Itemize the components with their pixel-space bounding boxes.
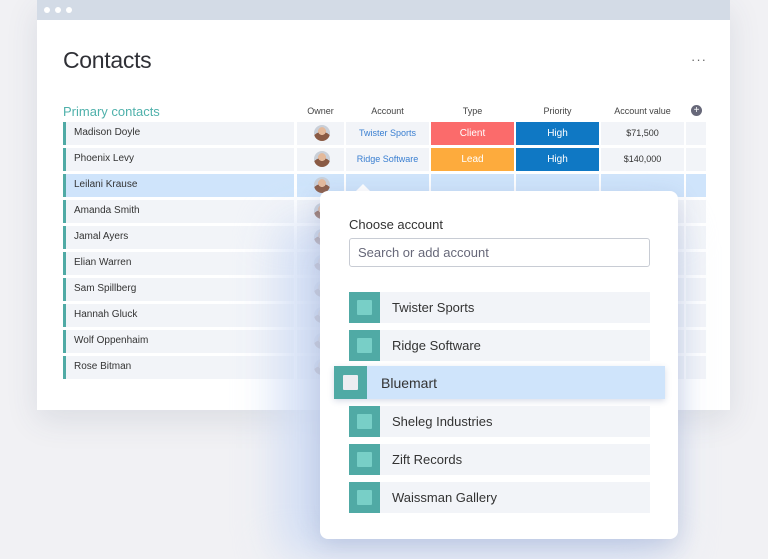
extra-column-cell <box>686 330 706 353</box>
contact-name: Elian Warren <box>74 257 132 268</box>
owner-avatar[interactable] <box>314 125 330 141</box>
owner-avatar[interactable] <box>314 151 330 167</box>
page-title: Contacts <box>63 47 152 73</box>
account-option-label: Bluemart <box>381 375 438 391</box>
column-header-account: Account <box>371 106 404 116</box>
account-option-label: Waissman Gallery <box>392 490 497 505</box>
contact-name: Madison Doyle <box>74 127 141 138</box>
account-value-cell[interactable]: $71,500 <box>601 122 684 145</box>
extra-column-cell <box>686 200 706 223</box>
account-option[interactable]: Ridge Software <box>349 330 650 361</box>
checkbox-square-icon <box>343 375 358 390</box>
account-option[interactable]: Sheleg Industries <box>349 406 650 437</box>
extra-column-cell <box>686 356 706 379</box>
contact-name-cell[interactable]: Elian Warren <box>63 252 294 275</box>
account-value: $140,000 <box>623 154 662 164</box>
contact-name: Leilani Krause <box>74 179 138 190</box>
checkbox-icon[interactable] <box>334 366 367 399</box>
type-cell[interactable]: Lead <box>431 148 514 171</box>
add-column-icon[interactable]: + <box>691 105 702 116</box>
account-option-label: Zift Records <box>392 452 463 467</box>
contact-name: Phoenix Levy <box>74 153 135 164</box>
contact-name-cell[interactable]: Rose Bitman <box>63 356 294 379</box>
contact-name-cell[interactable]: Sam Spillberg <box>63 278 294 301</box>
checkbox-square-icon <box>357 300 372 315</box>
type-status-label: Client <box>459 128 486 139</box>
window-dot-icon[interactable] <box>66 7 72 13</box>
checkbox-icon[interactable] <box>349 292 380 323</box>
extra-column-cell <box>686 304 706 327</box>
type-cell[interactable]: Client <box>431 122 514 145</box>
contact-name: Jamal Ayers <box>74 231 129 242</box>
checkbox-icon[interactable] <box>349 444 380 475</box>
group-title[interactable]: Primary contacts <box>63 104 160 119</box>
choose-account-popup: Choose account Twister Sports Ridge Softw… <box>320 191 678 539</box>
account-option-label: Ridge Software <box>392 338 481 353</box>
account-option[interactable]: Twister Sports <box>349 292 650 323</box>
account-value: $71,500 <box>626 128 659 138</box>
table-row[interactable]: Madison Doyle Twister Sports Client High $71… <box>63 122 706 145</box>
account-option[interactable]: Zift Records <box>349 444 650 475</box>
popup-title: Choose account <box>349 217 443 232</box>
checkbox-icon[interactable] <box>349 330 380 361</box>
table-row[interactable]: Phoenix Levy Ridge Software Lead High $140,0… <box>63 148 706 171</box>
account-option[interactable]: Bluemart <box>334 366 665 399</box>
checkbox-square-icon <box>357 452 372 467</box>
account-link: Ridge Software <box>356 154 419 164</box>
extra-column-cell <box>686 122 706 145</box>
priority-status-label: High <box>547 154 568 165</box>
column-header-owner: Owner <box>307 106 334 116</box>
extra-column-cell <box>686 278 706 301</box>
account-link: Twister Sports <box>358 128 416 138</box>
contact-name: Hannah Gluck <box>74 309 138 320</box>
checkbox-square-icon <box>357 414 372 429</box>
priority-cell[interactable]: High <box>516 148 599 171</box>
more-options-icon[interactable]: ··· <box>691 52 707 67</box>
extra-column-cell <box>686 252 706 275</box>
type-status-label: Lead <box>461 154 484 165</box>
extra-column-cell <box>686 148 706 171</box>
contact-name-cell[interactable]: Phoenix Levy <box>63 148 294 171</box>
contact-name-cell[interactable]: Leilani Krause <box>63 174 294 197</box>
contact-name: Amanda Smith <box>74 205 140 216</box>
contact-name-cell[interactable]: Hannah Gluck <box>63 304 294 327</box>
account-option-label: Twister Sports <box>392 300 475 315</box>
column-header-type: Type <box>462 106 483 116</box>
owner-cell[interactable] <box>297 148 344 171</box>
checkbox-icon[interactable] <box>349 482 380 513</box>
account-option-label: Sheleg Industries <box>392 414 493 429</box>
extra-column-cell <box>686 174 706 197</box>
search-account-input[interactable] <box>349 238 650 267</box>
account-option[interactable]: Waissman Gallery <box>349 482 650 513</box>
contact-name-cell[interactable]: Jamal Ayers <box>63 226 294 249</box>
checkbox-square-icon <box>357 490 372 505</box>
priority-cell[interactable]: High <box>516 122 599 145</box>
extra-column-cell <box>686 226 706 249</box>
window-dot-icon[interactable] <box>55 7 61 13</box>
checkbox-square-icon <box>357 338 372 353</box>
account-cell[interactable]: Ridge Software <box>346 148 429 171</box>
account-cell[interactable]: Twister Sports <box>346 122 429 145</box>
window-titlebar <box>37 0 730 20</box>
contact-name: Wolf Oppenhaim <box>74 335 149 346</box>
contact-name-cell[interactable]: Amanda Smith <box>63 200 294 223</box>
contact-name: Sam Spillberg <box>74 283 137 294</box>
account-value-cell[interactable]: $140,000 <box>601 148 684 171</box>
window-dot-icon[interactable] <box>44 7 50 13</box>
contact-name-cell[interactable]: Wolf Oppenhaim <box>63 330 294 353</box>
contact-name-cell[interactable]: Madison Doyle <box>63 122 294 145</box>
priority-status-label: High <box>547 128 568 139</box>
contact-name: Rose Bitman <box>74 361 132 372</box>
checkbox-icon[interactable] <box>349 406 380 437</box>
column-header-account-value: Account value <box>614 106 671 116</box>
column-header-priority: Priority <box>543 106 572 116</box>
owner-cell[interactable] <box>297 122 344 145</box>
